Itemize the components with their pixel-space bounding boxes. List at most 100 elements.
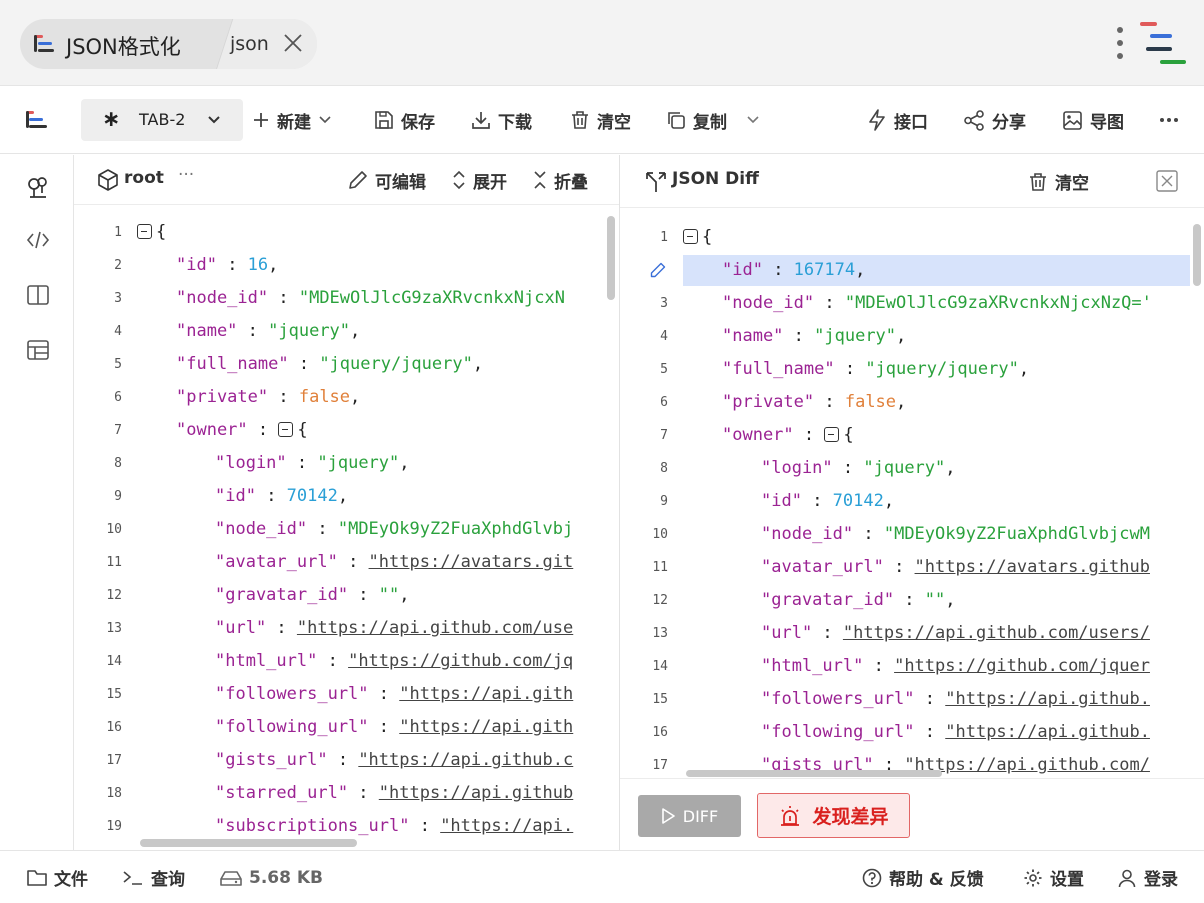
chevron-down-icon[interactable] (746, 113, 760, 127)
token: "https://api.github. (945, 689, 1150, 709)
tab-selector[interactable]: ∗ TAB-2 (81, 99, 243, 141)
token: : (327, 750, 359, 770)
code-line[interactable]: 12 "gravatar_id" : "", (620, 584, 1190, 617)
more-vertical-icon[interactable] (1116, 26, 1124, 60)
code-line[interactable]: 1{ (74, 216, 605, 249)
code-line[interactable]: 3 "node_id" : "MDEwOlJlcG9zaXRvcnkxNjcxNz… (620, 287, 1190, 320)
code-line[interactable]: 10 "node_id" : "MDEyOk9yZ2FuaXphdGlvbj (74, 513, 605, 546)
breadcrumb[interactable]: root (124, 168, 164, 188)
login-button[interactable]: 登录 (1117, 851, 1178, 903)
diff-button[interactable]: DIFF (638, 795, 741, 837)
more-horizontal-icon[interactable]: ··· (178, 165, 194, 185)
code-line[interactable]: 17 "gists_url" : "https://api.github.c (74, 744, 605, 777)
collapse-node-icon[interactable] (683, 229, 698, 244)
collapse-button[interactable]: 折叠 (533, 155, 588, 205)
code-line[interactable]: 8 "login" : "jquery", (74, 447, 605, 480)
code-content: "followers_url" : "https://api.gith (215, 678, 573, 711)
line-number: 4 (660, 329, 668, 344)
code-line[interactable]: 11 "avatar_url" : "https://avatars.git (74, 546, 605, 579)
collapse-node-icon[interactable] (137, 224, 152, 239)
code-line[interactable]: 10 "node_id" : "MDEyOk9yZ2FuaXphdGlvbjcwM (620, 518, 1190, 551)
table-view-icon[interactable] (26, 339, 50, 361)
collapse-node-icon[interactable] (824, 427, 840, 442)
left-vertical-scrollbar[interactable] (607, 216, 615, 300)
file-button[interactable]: 文件 (27, 851, 88, 903)
tree-view-icon[interactable] (26, 175, 50, 199)
token: "jquery" (317, 453, 400, 473)
code-line[interactable]: 5 "full_name" : "jquery/jquery", (620, 353, 1190, 386)
code-line[interactable]: 7 "owner" : { (620, 419, 1190, 452)
code-line[interactable]: 4 "name" : "jquery", (74, 315, 605, 348)
export-image-button[interactable]: 导图 (1062, 86, 1124, 154)
code-line[interactable]: 6 "private" : false, (74, 381, 605, 414)
token: "" (924, 590, 946, 610)
login-label: 登录 (1144, 870, 1178, 890)
settings-button[interactable]: 设置 (1023, 851, 1084, 903)
api-button[interactable]: 接口 (867, 86, 928, 154)
code-line[interactable]: 7 "owner" : { (74, 414, 605, 447)
code-content: "url" : "https://api.github.com/users/ (761, 617, 1150, 650)
code-line[interactable]: 2 "id" : 16, (74, 249, 605, 282)
code-line[interactable]: 18 "starred_url" : "https://api.github (74, 777, 605, 810)
code-line[interactable]: 12 "gravatar_id" : "", (74, 579, 605, 612)
code-line[interactable]: 15 "followers_url" : "https://api.gith (74, 678, 605, 711)
code-line[interactable]: 9 "id" : 70142, (620, 485, 1190, 518)
right-json-editor[interactable]: 1{"id" : 167174, 3 "node_id" : "MDEwOlJlcG… (620, 221, 1190, 774)
split-view-icon[interactable] (26, 284, 50, 306)
code-line[interactable]: 14 "html_url" : "https://github.com/jquer (620, 650, 1190, 683)
share-button[interactable]: 分享 (964, 86, 1026, 154)
expand-button[interactable]: 展开 (452, 155, 507, 205)
code-line[interactable]: 3 "node_id" : "MDEwOlJlcG9zaXRvcnkxNjcxN (74, 282, 605, 315)
app-tab[interactable]: JSON格式化 json (20, 19, 317, 69)
code-view-icon[interactable] (26, 229, 50, 251)
code-line[interactable]: 1{ (620, 221, 1190, 254)
code-line[interactable]: 4 "name" : "jquery", (620, 320, 1190, 353)
code-content: "full_name" : "jquery/jquery", (722, 353, 1029, 386)
code-line[interactable]: 16 "following_url" : "https://api.github. (620, 716, 1190, 749)
close-panel-icon[interactable] (1156, 170, 1178, 192)
right-horizontal-scrollbar[interactable] (686, 770, 942, 777)
clear-button[interactable]: 清空 (570, 86, 631, 154)
code-line[interactable]: 16 "following_url" : "https://api.gith (74, 711, 605, 744)
save-button[interactable]: 保存 (374, 86, 435, 154)
token: , (268, 255, 279, 275)
line-number: 5 (660, 362, 668, 377)
token: "jquery/jquery" (865, 359, 1019, 379)
code-line[interactable]: 19 "subscriptions_url" : "https://api. (74, 810, 605, 840)
menu-logo-icon[interactable] (26, 108, 50, 132)
token: , (883, 491, 895, 511)
token: : (348, 585, 379, 605)
code-line[interactable]: 6 "private" : false, (620, 386, 1190, 419)
brand-logo-icon (1140, 20, 1186, 66)
code-line[interactable]: 11 "avatar_url" : "https://avatars.github (620, 551, 1190, 584)
help-feedback-button[interactable]: 帮助 & 反馈 (862, 851, 984, 903)
code-line[interactable]: "id" : 167174, (620, 254, 1190, 287)
line-number: 16 (106, 720, 122, 735)
collapse-node-icon[interactable] (278, 422, 294, 437)
code-line[interactable]: 13 "url" : "https://api.github.com/users/ (620, 617, 1190, 650)
right-footer-divider (620, 778, 1204, 779)
token: "url" (215, 618, 267, 638)
right-vertical-scrollbar[interactable] (1193, 224, 1201, 286)
code-line[interactable]: 13 "url" : "https://api.github.com/use (74, 612, 605, 645)
sub-tab-label[interactable]: json (230, 33, 269, 55)
more-horizontal-icon[interactable] (1159, 117, 1179, 123)
copy-button[interactable]: 复制 (666, 86, 760, 154)
editable-toggle[interactable]: 可编辑 (348, 155, 426, 205)
diff-clear-button[interactable]: 清空 (1028, 155, 1089, 208)
code-line[interactable]: 15 "followers_url" : "https://api.github. (620, 683, 1190, 716)
close-tab-icon[interactable] (282, 32, 304, 54)
code-line[interactable]: 8 "login" : "jquery", (620, 452, 1190, 485)
code-content: "html_url" : "https://github.com/jq (215, 645, 573, 678)
left-horizontal-scrollbar[interactable] (140, 839, 357, 847)
code-line[interactable]: 5 "full_name" : "jquery/jquery", (74, 348, 605, 381)
left-json-editor[interactable]: 1{2 "id" : 16, 3 "node_id" : "MDEwOlJlcG9za… (74, 216, 605, 840)
new-button[interactable]: 新建 (252, 86, 332, 154)
download-button[interactable]: 下载 (471, 86, 532, 154)
diff-clear-label: 清空 (1055, 174, 1089, 194)
query-button[interactable]: 查询 (122, 851, 185, 903)
token: : (368, 684, 400, 704)
code-content: "name" : "jquery", (722, 320, 906, 353)
code-line[interactable]: 9 "id" : 70142, (74, 480, 605, 513)
code-line[interactable]: 14 "html_url" : "https://github.com/jq (74, 645, 605, 678)
